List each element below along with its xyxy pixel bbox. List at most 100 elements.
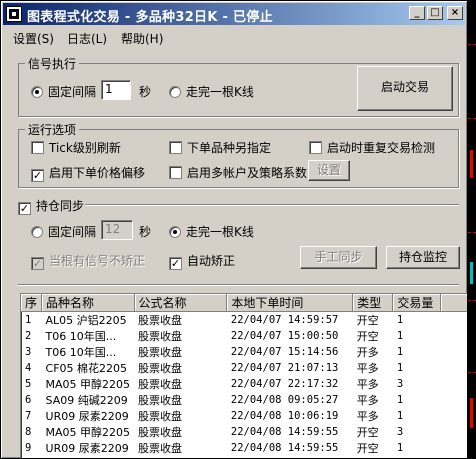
row-extra <box>441 344 467 360</box>
row-index: 1 <box>25 314 32 326</box>
table-row[interactable]: 7 UR09 尿素2209 股票收盘 22/04/08 10:06:19 平多 1 <box>21 408 467 424</box>
row-index: 9 <box>25 442 32 454</box>
trade-table: 序 品种名称 公式名称 本地下单时间 类型 交易量 1 AL05 沪铝2205 股票… <box>21 294 467 456</box>
sync-bar-complete-radio[interactable]: 走完一根K线 <box>169 223 254 240</box>
menu-log[interactable]: 日志(L) <box>67 30 107 47</box>
row-type: 平多 <box>356 378 379 391</box>
tick-refresh-checkbox[interactable]: Tick级别刷新 <box>31 139 121 156</box>
checkmark-icon: ✓ <box>31 169 44 182</box>
multi-account-settings-button[interactable]: 设置 <box>308 160 350 181</box>
signal-fixed-interval-radio[interactable]: 固定间隔 <box>31 83 96 100</box>
row-type: 开空 <box>356 442 379 455</box>
startup-recheck-label: 启动时重复交易检测 <box>327 141 436 155</box>
table-header-row: 序 品种名称 公式名称 本地下单时间 类型 交易量 <box>21 294 467 312</box>
menu-bar: 设置(S) 日志(L) 帮助(H) <box>3 27 465 47</box>
row-order-time: 22/04/07 21:07:13 <box>230 362 339 374</box>
multi-account-label: 启用多帐户及策略系数 <box>187 166 308 180</box>
run-options-legend: 运行选项 <box>28 123 77 137</box>
signal-bar-complete-radio[interactable]: 走完一根K线 <box>169 83 254 100</box>
row-formula: 股票收盘 <box>138 346 183 359</box>
multi-account-checkbox[interactable]: 启用多帐户及策略系数 <box>169 164 307 181</box>
row-volume: 1 <box>396 314 404 326</box>
row-formula: 股票收盘 <box>138 410 183 423</box>
maximize-button[interactable]: □ <box>427 6 443 20</box>
column-header-order-time[interactable]: 本地下单时间 <box>226 294 354 312</box>
trading-dialog: 图表程式化交易 - 多品种32日K - 已停止 _ □ × 设置(S) 日志(L… <box>0 0 468 459</box>
row-index: 7 <box>25 410 32 422</box>
row-formula: 股票收盘 <box>138 426 183 439</box>
position-sync-checkbox[interactable]: ✓ 持仓同步 <box>18 197 84 215</box>
price-offset-checkbox[interactable]: ✓ 启用下单价格偏移 <box>31 164 145 182</box>
checkmark-icon: ✓ <box>31 257 44 270</box>
row-volume: 3 <box>396 378 404 390</box>
column-header-type[interactable]: 类型 <box>352 294 394 312</box>
row-symbol: UR09 尿素2209 <box>45 410 129 423</box>
column-header-formula[interactable]: 公式名称 <box>134 294 228 312</box>
row-symbol: UR09 尿素2209 <box>45 442 129 455</box>
table-row[interactable]: 1 AL05 沪铝2205 股票收盘 22/04/07 14:59:57 开空 1 <box>21 312 467 329</box>
row-formula: 股票收盘 <box>138 330 183 343</box>
separate-symbol-label: 下单品种另指定 <box>187 141 272 155</box>
row-order-time: 22/04/08 09:05:27 <box>230 394 339 406</box>
row-extra <box>441 312 467 329</box>
row-extra <box>441 360 467 376</box>
sync-fixed-interval-radio[interactable]: 固定间隔 <box>31 223 96 240</box>
manual-sync-button[interactable]: 手工同步 <box>300 246 377 269</box>
separate-symbol-checkbox[interactable]: 下单品种另指定 <box>169 139 271 156</box>
table-row[interactable]: 9 UR09 尿素2209 股票收盘 22/04/08 14:59:55 开空 1 <box>21 440 467 456</box>
row-extra <box>441 424 467 440</box>
table-row[interactable]: 2 T06 10年国... 股票收盘 22/04/07 15:00:50 开空 1 <box>21 328 467 344</box>
auto-correct-checkbox[interactable]: ✓ 自动矫正 <box>169 252 235 270</box>
row-order-time: 22/04/07 14:59:57 <box>230 314 339 326</box>
column-header-index[interactable]: 序 <box>21 294 43 312</box>
position-sync-label: 持仓同步 <box>36 199 85 213</box>
startup-recheck-checkbox[interactable]: 启动时重复交易检测 <box>309 139 435 156</box>
row-volume: 1 <box>396 346 404 358</box>
no-correct-checkbox[interactable]: ✓ 当根有信号不矫正 <box>31 252 145 270</box>
menu-help[interactable]: 帮助(H) <box>121 30 163 47</box>
radio-empty-indicator <box>31 226 43 238</box>
title-bar[interactable]: 图表程式化交易 - 多品种32日K - 已停止 _ □ × <box>3 3 465 25</box>
row-order-time: 22/04/08 10:06:19 <box>230 410 339 422</box>
row-volume: 1 <box>396 410 404 422</box>
checkbox-box <box>31 141 44 154</box>
app-icon <box>6 6 22 22</box>
trade-list[interactable]: 序 品种名称 公式名称 本地下单时间 类型 交易量 1 AL05 沪铝2205 股票… <box>20 293 467 458</box>
start-trading-button[interactable]: 启动交易 <box>357 66 453 111</box>
row-type: 平多 <box>356 410 379 423</box>
no-correct-label: 当根有信号不矫正 <box>49 254 146 268</box>
chart-candle <box>470 262 473 284</box>
column-header-symbol[interactable]: 品种名称 <box>41 294 135 312</box>
list-separator <box>18 284 459 286</box>
row-index: 3 <box>25 346 32 358</box>
table-row[interactable]: 4 CF05 棉花2205 股票收盘 22/04/07 21:07:13 平多 1 <box>21 360 467 376</box>
row-type: 开空 <box>356 314 379 327</box>
table-row[interactable]: 5 MA05 甲醇2205 股票收盘 22/04/07 22:17:32 平多 3 <box>21 376 467 392</box>
row-type: 平多 <box>356 362 379 375</box>
row-volume: 1 <box>396 362 404 374</box>
row-order-time: 22/04/07 15:14:56 <box>230 346 339 358</box>
chart-dashed-line <box>468 372 476 373</box>
table-row[interactable]: 8 MA05 甲醇2205 股票收盘 22/04/08 14:59:55 开空 3 <box>21 424 467 440</box>
row-order-time: 22/04/07 22:17:32 <box>230 378 339 390</box>
sync-interval-input[interactable]: 12 <box>101 220 133 240</box>
minimize-button[interactable]: _ <box>409 6 425 20</box>
row-volume: 3 <box>396 426 404 438</box>
sync-fixed-interval-label: 固定间隔 <box>48 225 97 239</box>
close-button[interactable]: × <box>447 6 463 20</box>
row-type: 开多 <box>356 346 379 359</box>
row-index: 4 <box>25 362 32 374</box>
row-symbol: T06 10年国... <box>45 330 117 343</box>
column-header-extra[interactable] <box>440 294 467 312</box>
menu-settings[interactable]: 设置(S) <box>13 30 54 47</box>
row-index: 6 <box>25 394 32 406</box>
row-index: 5 <box>25 378 32 390</box>
table-row[interactable]: 3 T06 10年国... 股票收盘 22/04/07 15:14:56 开多 1 <box>21 344 467 360</box>
table-row[interactable]: 6 SA09 纯碱2209 股票收盘 22/04/08 09:05:27 平多 1 <box>21 392 467 408</box>
position-monitor-button[interactable]: 持仓监控 <box>386 246 460 269</box>
signal-interval-input[interactable]: 1 <box>101 80 131 100</box>
column-header-volume[interactable]: 交易量 <box>392 294 442 312</box>
chart-dashed-line <box>468 300 476 301</box>
row-symbol: AL05 沪铝2205 <box>45 314 127 327</box>
row-formula: 股票收盘 <box>138 394 183 407</box>
